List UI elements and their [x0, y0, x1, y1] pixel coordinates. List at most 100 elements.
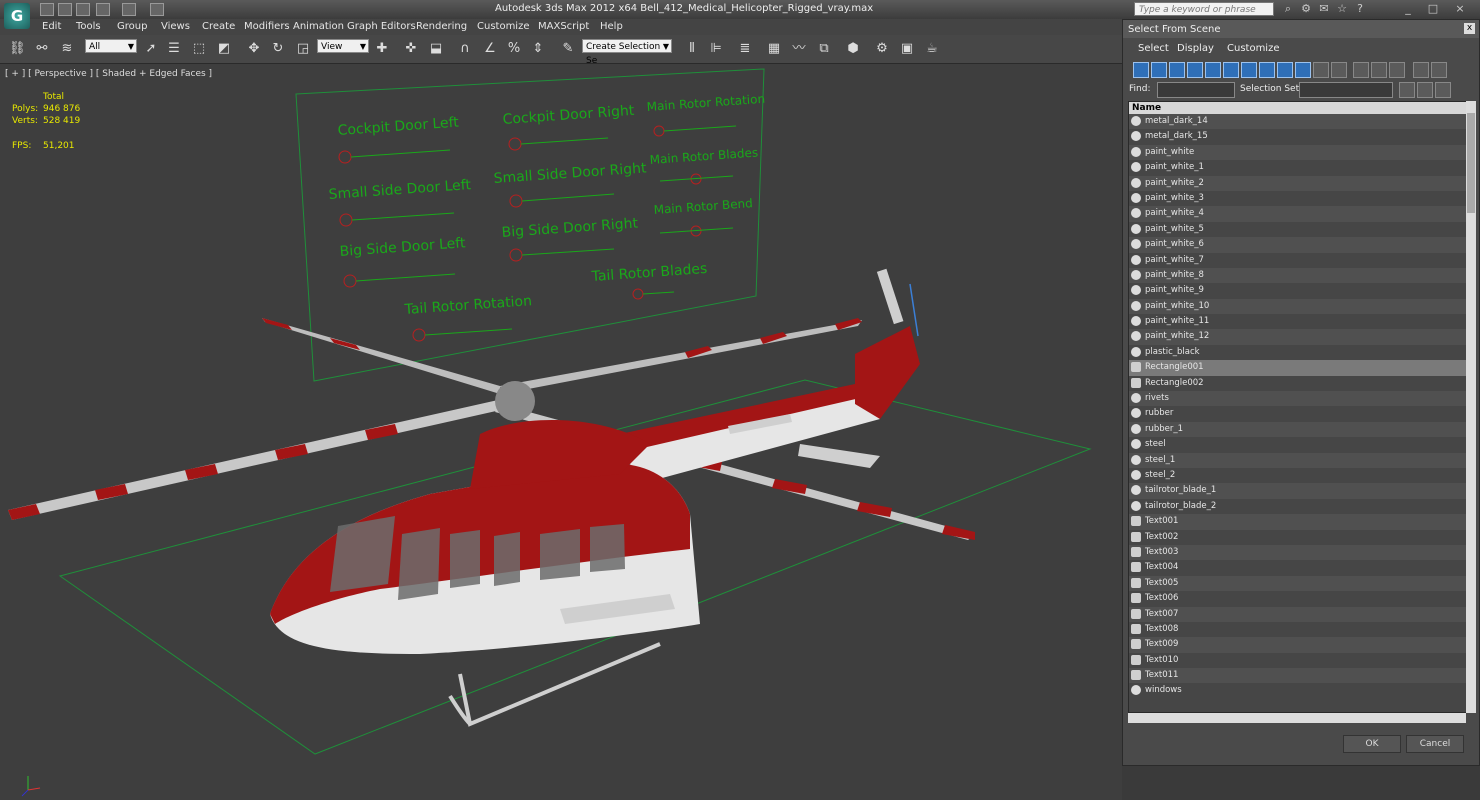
help-icon[interactable]: ?: [1352, 2, 1368, 16]
selection-set-dropdown[interactable]: [1299, 82, 1393, 98]
select-invert-icon[interactable]: [1435, 82, 1451, 98]
named-selection-set-dropdown[interactable]: Create Selection Se ▼: [582, 39, 672, 66]
find-input[interactable]: [1157, 82, 1235, 98]
angle-snap-icon[interactable]: ∠: [482, 41, 498, 57]
redo-icon[interactable]: [122, 3, 136, 16]
mirror-icon[interactable]: ⫴: [684, 41, 700, 57]
display-xrefs-icon[interactable]: [1259, 62, 1275, 78]
rectangular-selection-icon[interactable]: ⬚: [191, 41, 207, 57]
list-item[interactable]: Text007: [1129, 606, 1467, 622]
subscription-icon[interactable]: ⚙: [1298, 2, 1314, 16]
layer-manager-icon[interactable]: ≣: [737, 41, 753, 57]
list-item[interactable]: rubber_1: [1129, 421, 1467, 438]
render-setup-icon[interactable]: ⚙: [874, 41, 890, 57]
list-item[interactable]: Text003: [1129, 544, 1467, 561]
graphite-modeling-tools-icon[interactable]: ▦: [766, 41, 782, 57]
menu-customize[interactable]: Customize: [477, 21, 530, 32]
list-item[interactable]: windows: [1129, 683, 1467, 698]
favorites-star-icon[interactable]: ☆: [1334, 2, 1350, 16]
list-item[interactable]: Text009: [1129, 637, 1467, 653]
select-and-scale-icon[interactable]: ◲: [295, 41, 311, 57]
menu-edit[interactable]: Edit: [42, 21, 61, 32]
list-item[interactable]: tailrotor_blade_1: [1129, 483, 1467, 499]
display-cameras-icon[interactable]: [1187, 62, 1203, 78]
filter-icon[interactable]: [1413, 62, 1429, 78]
name-column-header[interactable]: Name: [1129, 102, 1467, 114]
menu-create[interactable]: Create: [202, 21, 235, 32]
list-item[interactable]: paint_white_6: [1129, 237, 1467, 253]
align-icon[interactable]: ⊫: [708, 41, 724, 57]
list-item[interactable]: paint_white_1: [1129, 160, 1467, 175]
window-crossing-icon[interactable]: ◩: [216, 41, 232, 57]
display-geometry-icon[interactable]: [1133, 62, 1149, 78]
list-item[interactable]: paint_white_7: [1129, 253, 1467, 268]
display-shapes-icon[interactable]: [1151, 62, 1167, 78]
list-item[interactable]: plastic_black: [1129, 345, 1467, 360]
open-file-icon[interactable]: [58, 3, 72, 16]
list-item[interactable]: paint_white_3: [1129, 191, 1467, 206]
selection-filter-dropdown[interactable]: All ▼: [85, 39, 137, 53]
list-item[interactable]: Rectangle002: [1129, 376, 1467, 391]
project-folder-icon[interactable]: [150, 3, 164, 16]
menu-views[interactable]: Views: [161, 21, 190, 32]
select-object-icon[interactable]: ➚: [143, 41, 159, 57]
display-hidden-icon[interactable]: [1331, 62, 1347, 78]
snaps-toggle-icon[interactable]: ∩: [457, 41, 473, 57]
display-helpers-icon[interactable]: [1205, 62, 1221, 78]
list-item[interactable]: Rectangle001: [1129, 360, 1467, 376]
list-item[interactable]: Text006: [1129, 591, 1467, 606]
list-item[interactable]: paint_white_8: [1129, 267, 1467, 284]
minimize-icon[interactable]: _: [1400, 2, 1416, 16]
percent-snap-icon[interactable]: %: [506, 41, 522, 57]
dialog-title-bar[interactable]: Select From Scene x: [1123, 20, 1479, 38]
display-invert-icon[interactable]: [1389, 62, 1405, 78]
display-containers-icon[interactable]: [1295, 62, 1311, 78]
list-item[interactable]: Text005: [1129, 575, 1467, 592]
list-horizontal-scrollbar[interactable]: [1128, 713, 1466, 723]
perspective-viewport[interactable]: Cockpit Door Left Cockpit Door Right Mai…: [0, 64, 1122, 800]
menu-animation[interactable]: Animation: [293, 21, 344, 32]
menu-graph-editors[interactable]: Graph Editors: [347, 21, 416, 32]
list-item[interactable]: paint_white_9: [1129, 283, 1467, 298]
list-item[interactable]: paint_white: [1129, 144, 1467, 161]
menu-maxscript[interactable]: MAXScript: [538, 21, 589, 32]
list-item[interactable]: metal_dark_14: [1129, 114, 1467, 130]
select-and-link-icon[interactable]: ⛓: [9, 41, 26, 57]
list-item[interactable]: rivets: [1129, 391, 1467, 407]
list-item[interactable]: Text002: [1129, 530, 1467, 545]
object-list[interactable]: Name metal_dark_14 metal_dark_15 paint_whi…: [1128, 101, 1468, 713]
close-icon[interactable]: x: [1464, 23, 1475, 34]
select-none-icon[interactable]: [1417, 82, 1433, 98]
save-file-icon[interactable]: [76, 3, 90, 16]
display-space-warps-icon[interactable]: [1223, 62, 1239, 78]
bind-space-warp-icon[interactable]: ≋: [59, 41, 75, 57]
select-all-icon[interactable]: [1399, 82, 1415, 98]
list-item[interactable]: rubber: [1129, 406, 1467, 421]
list-item[interactable]: steel: [1129, 437, 1467, 452]
menu-modifiers[interactable]: Modifiers: [244, 21, 290, 32]
filter-options-icon[interactable]: [1431, 62, 1447, 78]
undo-icon[interactable]: [96, 3, 110, 16]
list-item[interactable]: Text011: [1129, 668, 1467, 684]
dialog-menu-customize[interactable]: Customize: [1227, 43, 1280, 54]
pivot-center-icon[interactable]: ✚: [374, 41, 390, 57]
list-item[interactable]: paint_white_4: [1129, 206, 1467, 222]
material-editor-icon[interactable]: ⬢: [845, 41, 861, 57]
curve-editor-icon[interactable]: 〰: [791, 41, 807, 57]
menu-help[interactable]: Help: [600, 21, 623, 32]
cancel-button[interactable]: Cancel: [1406, 735, 1464, 753]
list-item[interactable]: paint_white_11: [1129, 314, 1467, 329]
list-item[interactable]: paint_white_12: [1129, 329, 1467, 345]
edit-named-selection-icon[interactable]: ✎: [560, 41, 576, 57]
list-item[interactable]: steel_2: [1129, 468, 1467, 483]
communication-center-icon[interactable]: ✉: [1316, 2, 1332, 16]
unlink-icon[interactable]: ⚯: [34, 41, 50, 57]
new-file-icon[interactable]: [40, 3, 54, 16]
display-none-icon[interactable]: [1371, 62, 1387, 78]
display-all-icon[interactable]: [1353, 62, 1369, 78]
list-item[interactable]: paint_white_2: [1129, 175, 1467, 191]
list-item[interactable]: Text004: [1129, 560, 1467, 575]
menu-tools[interactable]: Tools: [76, 21, 101, 32]
dialog-menu-select[interactable]: Select: [1138, 43, 1169, 54]
display-lights-icon[interactable]: [1169, 62, 1185, 78]
